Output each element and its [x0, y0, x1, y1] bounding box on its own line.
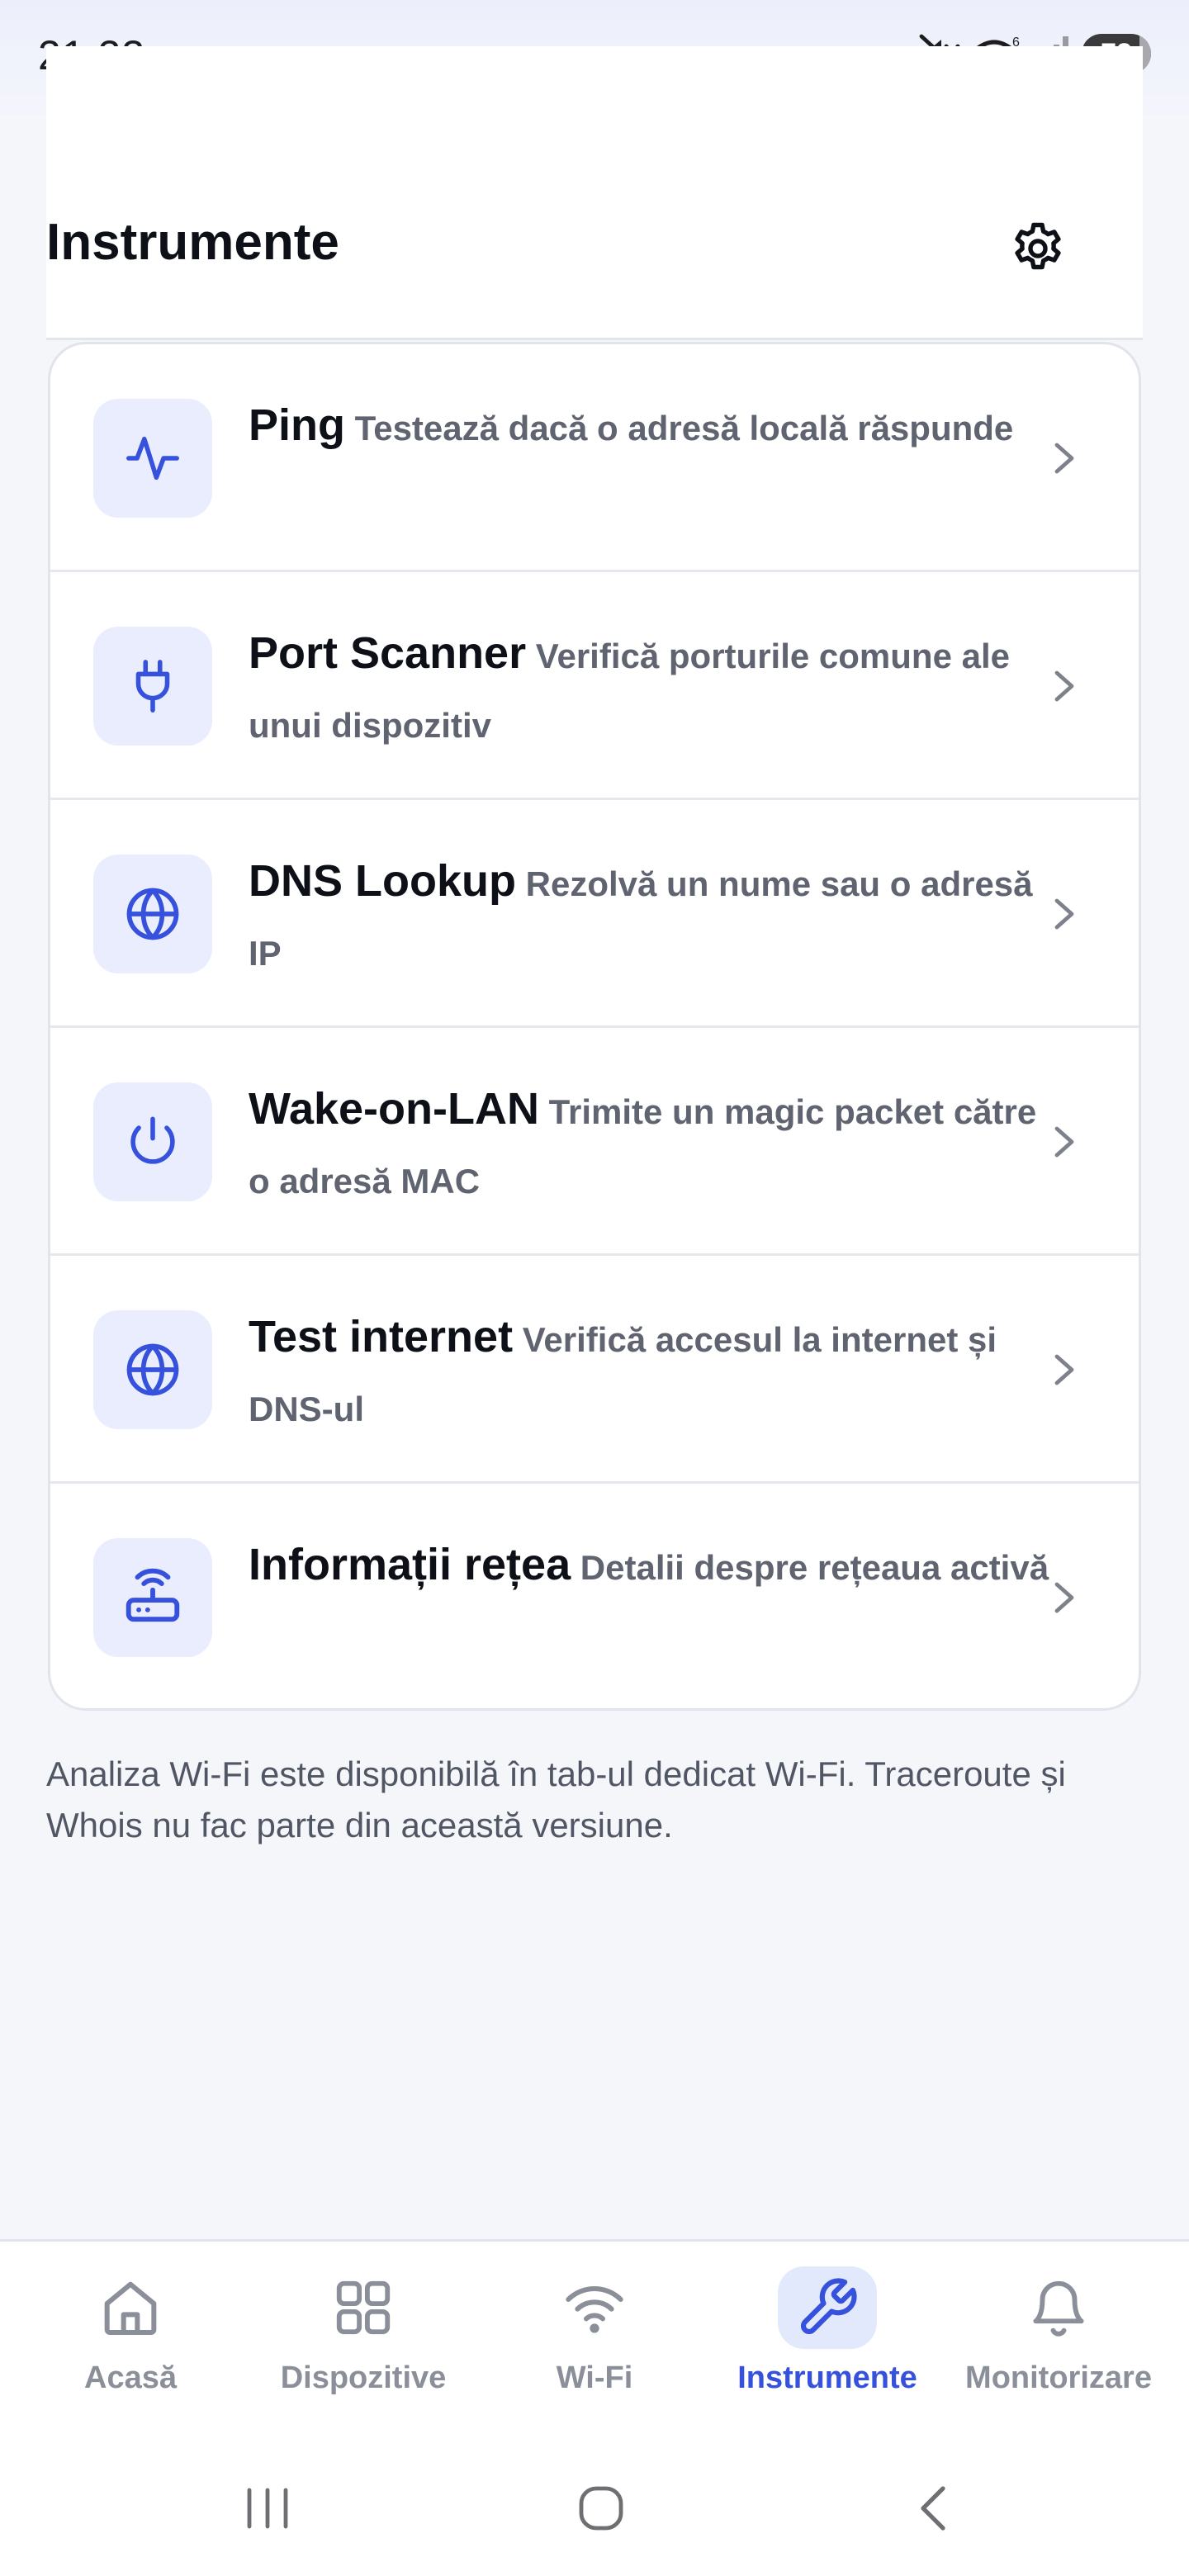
nav-label: Dispozitive [280, 2361, 447, 2395]
back-chevron-icon [921, 2486, 945, 2531]
chevron-right-icon [1043, 665, 1086, 708]
nav-icon-wrap [314, 2266, 413, 2349]
chevron-right-icon [1043, 1120, 1086, 1163]
tool-title: Port Scanner [249, 628, 527, 678]
header [46, 46, 1143, 340]
nav-item-monitoring[interactable]: Monitorizare [959, 2266, 1158, 2415]
tool-icon-box [93, 1082, 212, 1201]
tool-title: Wake-on-LAN [249, 1084, 539, 1134]
back-button[interactable] [900, 2475, 966, 2541]
tool-description: Detalii despre rețeaua activă [580, 1548, 1049, 1587]
tool-text: DNS Lookup Rezolvă un nume sau o adresă … [249, 846, 1058, 988]
tool-row-network-info[interactable]: Informații rețea Detalii despre rețeaua … [50, 1484, 1139, 1708]
nav-item-devices[interactable]: Dispozitive [264, 2266, 462, 2415]
tool-text: Ping Testează dacă o adresă locală răspu… [249, 391, 1058, 463]
tool-title: Test internet [249, 1312, 514, 1361]
recent-apps-icon [247, 2488, 288, 2529]
tool-row-ping[interactable]: Ping Testează dacă o adresă locală răspu… [50, 344, 1139, 572]
home-circle-icon [579, 2486, 623, 2531]
nav-label: Wi-Fi [556, 2361, 633, 2395]
activity-icon [126, 436, 179, 481]
tool-text: Test internet Verifică accesul la intern… [249, 1302, 1058, 1444]
tool-row-port-scanner[interactable]: Port Scanner Verifică porturile comune a… [50, 572, 1139, 800]
tools-screen: 21:23 6 72 [0, 0, 1189, 2576]
tool-title: Informații rețea [249, 1540, 571, 1589]
power-icon [130, 1116, 175, 1164]
settings-button[interactable] [1001, 211, 1075, 286]
grid-icon [336, 2280, 391, 2335]
system-navigation-bar [0, 2434, 1189, 2576]
wifi-icon [566, 2286, 623, 2333]
tool-icon-box [93, 399, 212, 518]
globe-icon [126, 1343, 179, 1396]
nav-icon-wrap [81, 2266, 180, 2349]
tool-icon-box [93, 627, 212, 746]
tool-icon-box [93, 1310, 212, 1429]
nav-icon-wrap [1009, 2266, 1108, 2349]
globe-icon [126, 888, 179, 940]
tool-title: DNS Lookup [249, 856, 516, 906]
nav-label: Instrumente [737, 2361, 917, 2395]
tool-description: Testează dacă o adresă locală răspunde [354, 409, 1014, 447]
page-title: Instrumente [46, 214, 339, 271]
chevron-right-icon [1043, 1576, 1086, 1619]
tool-row-dns-lookup[interactable]: DNS Lookup Rezolvă un nume sau o adresă … [50, 800, 1139, 1028]
tool-row-wake-on-lan[interactable]: Wake-on-LAN Trimite un magic packet cătr… [50, 1028, 1139, 1256]
chevron-right-icon [1043, 437, 1086, 480]
wrench-icon [801, 2278, 857, 2334]
info-note: Analiza Wi-Fi este disponibilă în tab-ul… [46, 1754, 1066, 1844]
tools-list: Ping Testează dacă o adresă locală răspu… [48, 342, 1141, 1711]
router-icon [126, 1568, 180, 1622]
nav-label: Acasă [84, 2361, 177, 2395]
home-icon [104, 2281, 157, 2335]
nav-item-tools[interactable]: Instrumente [728, 2266, 926, 2415]
bell-icon [1033, 2280, 1084, 2337]
recent-apps-button[interactable] [234, 2475, 301, 2541]
tool-text: Port Scanner Verifică porturile comune a… [249, 618, 1058, 760]
tool-row-test-internet[interactable]: Test internet Verifică accesul la intern… [50, 1256, 1139, 1484]
nav-label: Monitorizare [965, 2361, 1152, 2395]
nav-item-home[interactable]: Acasă [31, 2266, 230, 2415]
nav-icon-wrap [778, 2266, 877, 2349]
tool-text: Wake-on-LAN Trimite un magic packet cătr… [249, 1074, 1058, 1216]
tool-text: Informații rețea Detalii despre rețeaua … [249, 1530, 1058, 1603]
tool-icon-box [93, 1538, 212, 1657]
tool-title: Ping [249, 400, 345, 450]
home-system-button[interactable] [568, 2475, 634, 2541]
plug-icon [135, 660, 170, 713]
bottom-navigation: Acasă Dispozitive Wi-Fi Instrumente Moni… [0, 2239, 1189, 2434]
tool-icon-box [93, 855, 212, 973]
nav-item-wifi[interactable]: Wi-Fi [495, 2266, 694, 2415]
gear-icon [1015, 222, 1061, 270]
nav-icon-wrap [545, 2266, 644, 2349]
chevron-right-icon [1043, 893, 1086, 935]
chevron-right-icon [1043, 1348, 1086, 1391]
